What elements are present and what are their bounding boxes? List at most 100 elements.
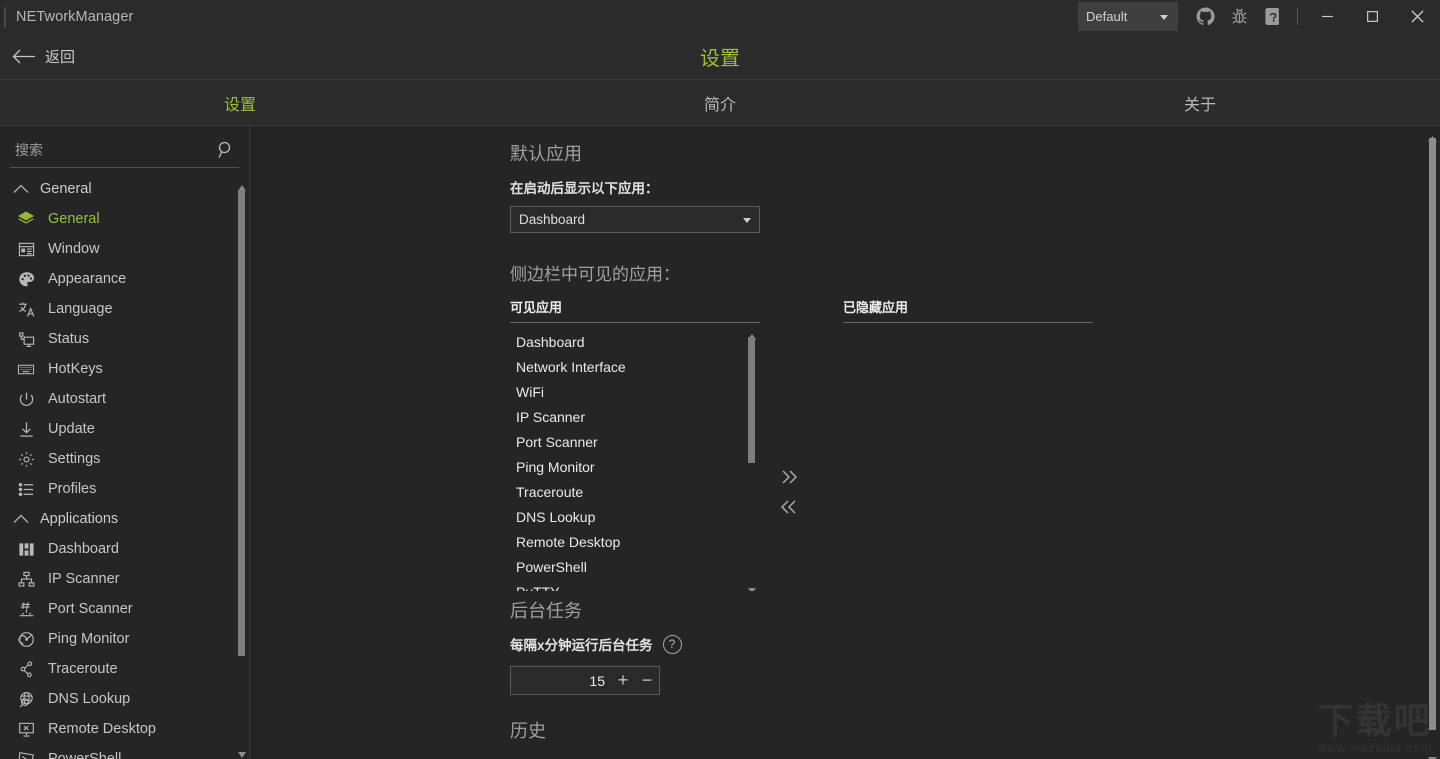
- list-item[interactable]: Network Interface: [510, 354, 760, 379]
- tab-profile[interactable]: 简介: [480, 80, 960, 125]
- section-title-sidebar-apps: 侧边栏中可见的应用：: [510, 265, 680, 284]
- section-title-default-app: 默认应用: [510, 144, 582, 164]
- sidebar-item-label: Status: [48, 331, 90, 347]
- double-chevron-left-icon[interactable]: [774, 492, 804, 522]
- background-task-interval-stepper[interactable]: 15 + −: [510, 666, 660, 695]
- visible-apps-scrollbar-thumb[interactable]: [748, 337, 755, 463]
- sidebar-group-applications[interactable]: Applications: [0, 504, 249, 534]
- list-item[interactable]: WiFi: [510, 379, 760, 404]
- scroll-up-arrow-icon[interactable]: [1428, 129, 1437, 142]
- maximize-button[interactable]: [1350, 0, 1395, 33]
- sidebar-item-status[interactable]: Status: [0, 324, 249, 354]
- back-button[interactable]: 返回: [12, 46, 75, 67]
- sidebar-item-ip-scanner[interactable]: IP Scanner: [0, 564, 249, 594]
- sidebar-item-label: HotKeys: [48, 361, 103, 377]
- sidebar-group-general[interactable]: General: [0, 174, 249, 204]
- settings-content-inner: 默认应用 在启动后显示以下应用： Dashboard 侧边栏中可见的应用： 可见…: [510, 140, 1440, 743]
- visible-apps-column: 可见应用 Dashboard Network Interface WiFi IP…: [510, 297, 760, 591]
- sidebar-nav-list: General General Window Appearance Langua…: [0, 168, 249, 759]
- title-bar-controls: Default: [1078, 0, 1440, 33]
- title-accent-bar: [4, 6, 6, 27]
- tab-bar: 设置 简介 关于: [0, 80, 1440, 126]
- help-icon[interactable]: ?: [662, 634, 682, 654]
- visible-apps-list[interactable]: Dashboard Network Interface WiFi IP Scan…: [510, 323, 760, 591]
- scroll-up-arrow-icon[interactable]: [238, 178, 246, 191]
- header-bar: 返回 设置: [0, 33, 1440, 80]
- sidebar-item-window[interactable]: Window: [0, 234, 249, 264]
- sidebar-item-dns-lookup[interactable]: DNS Lookup: [0, 684, 249, 714]
- sidebar-scrollbar[interactable]: [236, 168, 248, 759]
- list-item[interactable]: Traceroute: [510, 479, 760, 504]
- list-item[interactable]: DNS Lookup: [510, 504, 760, 529]
- chevron-up-icon: [10, 514, 32, 524]
- profile-selector[interactable]: Default: [1078, 2, 1178, 31]
- sidebar-item-ping-monitor[interactable]: Ping Monitor: [0, 624, 249, 654]
- sidebar-item-settings[interactable]: Settings: [0, 444, 249, 474]
- bug-icon[interactable]: [1222, 0, 1256, 33]
- sidebar-scrollbar-thumb[interactable]: [238, 190, 245, 656]
- help-book-icon[interactable]: [1256, 0, 1290, 33]
- window-icon: [14, 239, 38, 259]
- sidebar-item-profiles[interactable]: Profiles: [0, 474, 249, 504]
- sidebar-item-label: Window: [48, 241, 100, 257]
- content-scrollbar-thumb[interactable]: [1429, 138, 1436, 730]
- sidebar-item-remote-desktop[interactable]: Remote Desktop: [0, 714, 249, 744]
- sidebar-item-label: Settings: [48, 451, 101, 467]
- increment-button[interactable]: +: [611, 667, 635, 694]
- sidebar-item-general[interactable]: General: [0, 204, 249, 234]
- list-item[interactable]: PuTTY: [510, 579, 760, 592]
- sidebar-item-port-scanner[interactable]: Port Scanner: [0, 594, 249, 624]
- list-item[interactable]: Dashboard: [510, 329, 760, 354]
- visible-apps-scrollbar[interactable]: [746, 327, 758, 591]
- sidebar-item-hotkeys[interactable]: HotKeys: [0, 354, 249, 384]
- visible-apps-header: 可见应用: [510, 297, 760, 323]
- sidebar-item-autostart[interactable]: Autostart: [0, 384, 249, 414]
- scroll-down-arrow-icon[interactable]: [238, 745, 246, 758]
- section-title-background-tasks: 后台任务: [510, 601, 582, 621]
- scroll-up-arrow-icon[interactable]: [748, 327, 756, 340]
- scroll-down-arrow-icon[interactable]: [1428, 750, 1437, 759]
- sidebar-item-label: Language: [48, 301, 113, 317]
- scroll-down-arrow-icon[interactable]: [748, 581, 756, 591]
- background-task-label-row: 每隔x分钟运行后台任务 ?: [510, 634, 1440, 654]
- list-item[interactable]: Remote Desktop: [510, 529, 760, 554]
- search-icon: [217, 141, 235, 164]
- sidebar-item-update[interactable]: Update: [0, 414, 249, 444]
- hidden-apps-list[interactable]: [843, 323, 1093, 591]
- double-chevron-right-icon[interactable]: [774, 462, 804, 492]
- hidden-apps-header: 已隐藏应用: [843, 297, 1093, 323]
- chevron-up-icon: [10, 184, 32, 194]
- tab-about[interactable]: 关于: [960, 80, 1440, 125]
- list-item[interactable]: Port Scanner: [510, 429, 760, 454]
- monitor-status-icon: [14, 329, 38, 349]
- close-button[interactable]: [1395, 0, 1440, 33]
- sidebar-item-language[interactable]: Language: [0, 294, 249, 324]
- list-icon: [14, 479, 38, 499]
- list-item[interactable]: IP Scanner: [510, 404, 760, 429]
- toolbar-divider: [1297, 8, 1298, 25]
- sidebar-item-label: Dashboard: [48, 541, 119, 557]
- list-item[interactable]: PowerShell: [510, 554, 760, 579]
- tab-settings[interactable]: 设置: [0, 80, 480, 125]
- sidebar: 搜索 General General Window Appearance Lan…: [0, 126, 250, 759]
- sidebar-item-powershell[interactable]: PowerShell: [0, 744, 249, 759]
- minimize-button[interactable]: [1305, 0, 1350, 33]
- application-window: NETworkManager Default 返回 设置 设置 简介 关于 搜索…: [0, 0, 1440, 759]
- sidebar-item-traceroute[interactable]: Traceroute: [0, 654, 249, 684]
- decrement-button[interactable]: −: [635, 667, 659, 694]
- hash-port-icon: [14, 599, 38, 619]
- dual-list-container: 可见应用 Dashboard Network Interface WiFi IP…: [510, 297, 1440, 591]
- github-icon[interactable]: [1188, 0, 1222, 33]
- translate-icon: [14, 299, 38, 319]
- label-background-task-interval: 每隔x分钟运行后台任务: [510, 638, 653, 653]
- sidebar-item-dashboard[interactable]: Dashboard: [0, 534, 249, 564]
- hidden-apps-column: 已隐藏应用: [843, 297, 1093, 591]
- sidebar-item-appearance[interactable]: Appearance: [0, 264, 249, 294]
- search-input[interactable]: 搜索: [10, 132, 239, 168]
- list-item[interactable]: Ping Monitor: [510, 454, 760, 479]
- dashboard-icon: [14, 539, 38, 559]
- content-scrollbar[interactable]: [1424, 126, 1440, 759]
- sidebar-item-label: PowerShell: [48, 751, 122, 759]
- remote-desktop-icon: [14, 719, 38, 739]
- startup-app-select[interactable]: Dashboard: [510, 206, 760, 233]
